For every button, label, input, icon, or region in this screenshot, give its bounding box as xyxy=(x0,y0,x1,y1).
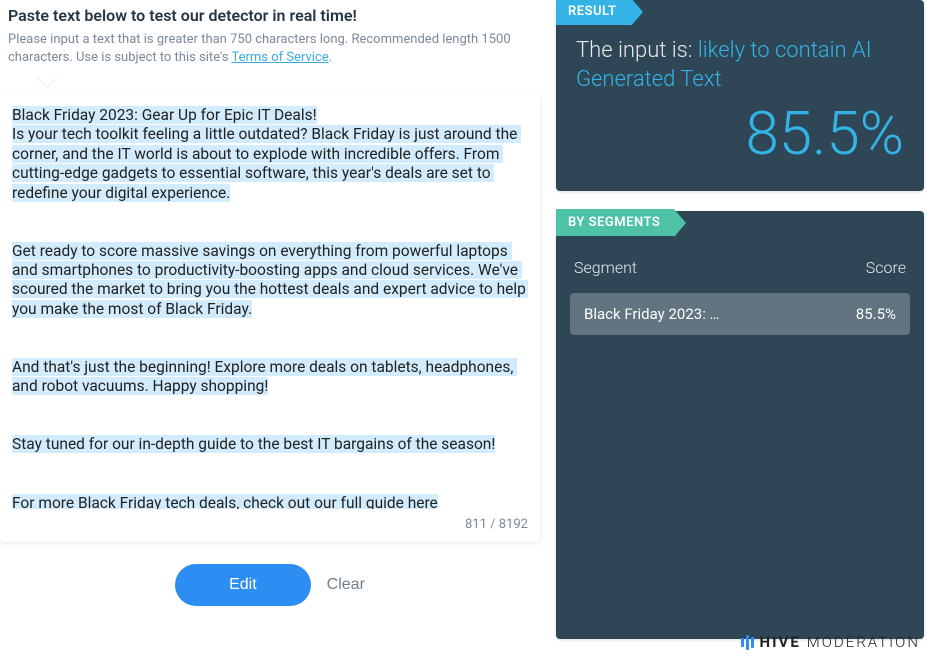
col-score: Score xyxy=(866,258,906,277)
highlighted-line: Is your tech toolkit feeling a little ou… xyxy=(12,125,521,201)
action-row: Edit Clear xyxy=(0,542,540,628)
header-title: Paste text below to test our detector in… xyxy=(8,6,532,25)
edit-button[interactable]: Edit xyxy=(175,564,311,606)
highlighted-line: Black Friday 2023: Gear Up for Epic IT D… xyxy=(12,106,317,124)
result-tag: RESULT xyxy=(556,0,631,25)
segment-score: 85.5% xyxy=(856,305,896,323)
input-text-content[interactable]: Black Friday 2023: Gear Up for Epic IT D… xyxy=(12,106,528,509)
result-percent: 85.5% xyxy=(576,98,904,169)
pointer-icon xyxy=(36,75,58,86)
highlighted-line: Get ready to score massive savings on ev… xyxy=(12,242,528,318)
result-text: The input is: likely to contain AI Gener… xyxy=(576,37,904,94)
highlighted-line: And that's just the beginning! Explore m… xyxy=(12,358,517,395)
tos-link[interactable]: Terms of Service xyxy=(231,50,328,65)
result-prefix: The input is: xyxy=(576,38,698,63)
clear-button[interactable]: Clear xyxy=(327,576,365,594)
brand-light: MODERATION xyxy=(807,633,920,651)
header-description: Please input a text that is greater than… xyxy=(8,31,532,66)
segments-header: Segment Score xyxy=(570,246,910,293)
input-text-card: Black Friday 2023: Gear Up for Epic IT D… xyxy=(0,92,540,542)
brand-footer: HIVE MODERATION xyxy=(741,633,920,651)
highlighted-line: Stay tuned for our in-depth guide to the… xyxy=(12,435,495,453)
header: Paste text below to test our detector in… xyxy=(0,0,540,76)
segment-row[interactable]: Black Friday 2023: … 85.5% xyxy=(570,293,910,335)
brand-strong: HIVE xyxy=(760,633,801,651)
highlighted-line: For more Black Friday tech deals, check … xyxy=(12,494,438,510)
col-segment: Segment xyxy=(574,258,637,277)
header-desc-post: . xyxy=(329,50,332,65)
brand-logo-icon xyxy=(741,635,754,650)
segment-name: Black Friday 2023: … xyxy=(584,305,720,323)
segments-panel: BY SEGMENTS Segment Score Black Friday 2… xyxy=(556,211,924,639)
segments-tag: BY SEGMENTS xyxy=(556,209,674,236)
char-counter: 811 / 8192 xyxy=(12,509,528,532)
result-panel: RESULT The input is: likely to contain A… xyxy=(556,0,924,191)
